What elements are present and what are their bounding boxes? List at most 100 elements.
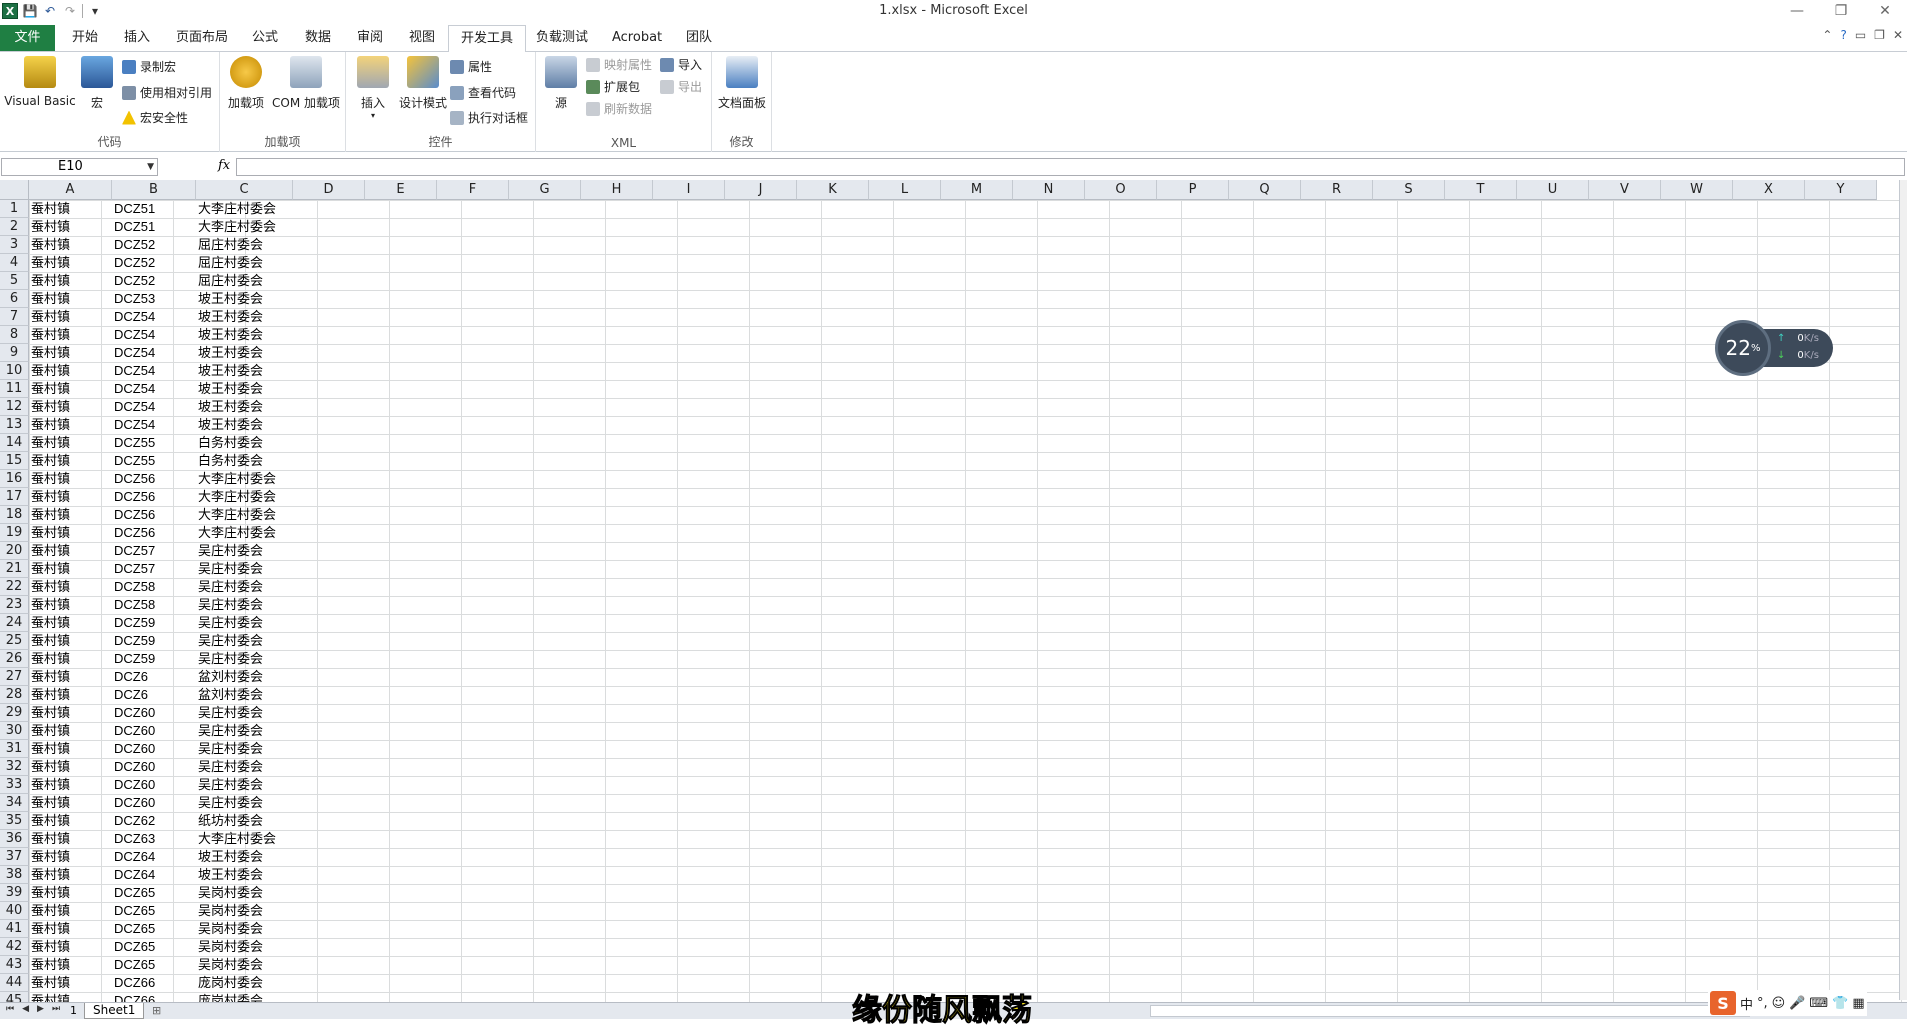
column-header-m[interactable]: M	[941, 180, 1013, 200]
cell-a[interactable]: 蚕村镇	[29, 650, 112, 668]
cell-b[interactable]: DCZ60	[112, 794, 196, 812]
row-header[interactable]: 26	[0, 650, 29, 668]
cell-c[interactable]: 吴庄村委会	[196, 596, 293, 614]
cell-a[interactable]: 蚕村镇	[29, 722, 112, 740]
cell-c[interactable]: 大李庄村委会	[196, 524, 293, 542]
cell-b[interactable]: DCZ60	[112, 758, 196, 776]
cell-a[interactable]: 蚕村镇	[29, 344, 112, 362]
cell-c[interactable]: 庞岗村委会	[196, 992, 293, 1002]
row-header[interactable]: 18	[0, 506, 29, 524]
row-header[interactable]: 10	[0, 362, 29, 380]
cell-a[interactable]: 蚕村镇	[29, 812, 112, 830]
cell-b[interactable]: DCZ51	[112, 218, 196, 236]
cell-c[interactable]: 吴岗村委会	[196, 920, 293, 938]
row-header[interactable]: 43	[0, 956, 29, 974]
column-header-y[interactable]: Y	[1805, 180, 1877, 200]
cell-b[interactable]: DCZ59	[112, 650, 196, 668]
cell-a[interactable]: 蚕村镇	[29, 776, 112, 794]
row-header[interactable]: 44	[0, 974, 29, 992]
cell-c[interactable]: 屈庄村委会	[196, 236, 293, 254]
row-header[interactable]: 13	[0, 416, 29, 434]
cell-b[interactable]: DCZ52	[112, 272, 196, 290]
column-header-f[interactable]: F	[437, 180, 509, 200]
cell-c[interactable]: 坡王村委会	[196, 848, 293, 866]
cell-b[interactable]: DCZ65	[112, 956, 196, 974]
column-header-s[interactable]: S	[1373, 180, 1445, 200]
cell-b[interactable]: DCZ64	[112, 848, 196, 866]
formula-input[interactable]	[236, 158, 1905, 176]
cell-c[interactable]: 坡王村委会	[196, 398, 293, 416]
row-header[interactable]: 1	[0, 200, 29, 218]
record-macro-button[interactable]: 录制宏	[122, 58, 176, 75]
cell-c[interactable]: 大李庄村委会	[196, 506, 293, 524]
emoji-icon[interactable]: ☺	[1772, 996, 1786, 1011]
cell-a[interactable]: 蚕村镇	[29, 560, 112, 578]
cell-a[interactable]: 蚕村镇	[29, 506, 112, 524]
cell-a[interactable]: 蚕村镇	[29, 884, 112, 902]
cell-c[interactable]: 大李庄村委会	[196, 470, 293, 488]
name-box[interactable]: E10 ▼	[1, 158, 158, 176]
cell-c[interactable]: 吴庄村委会	[196, 740, 293, 758]
row-header[interactable]: 8	[0, 326, 29, 344]
cell-b[interactable]: DCZ60	[112, 704, 196, 722]
column-header-j[interactable]: J	[725, 180, 797, 200]
cell-b[interactable]: DCZ59	[112, 632, 196, 650]
com-addins-button[interactable]: COM 加载项	[270, 56, 342, 111]
map-properties-button[interactable]: 映射属性	[586, 56, 652, 73]
cell-c[interactable]: 大李庄村委会	[196, 830, 293, 848]
row-header[interactable]: 3	[0, 236, 29, 254]
cell-a[interactable]: 蚕村镇	[29, 416, 112, 434]
cell-a[interactable]: 蚕村镇	[29, 740, 112, 758]
row-header[interactable]: 29	[0, 704, 29, 722]
column-header-c[interactable]: C	[196, 180, 293, 200]
minimize-button[interactable]: —	[1775, 0, 1819, 22]
cell-a[interactable]: 蚕村镇	[29, 272, 112, 290]
cell-a[interactable]: 蚕村镇	[29, 830, 112, 848]
cell-a[interactable]: 蚕村镇	[29, 362, 112, 380]
cell-c[interactable]: 坡王村委会	[196, 326, 293, 344]
cell-a[interactable]: 蚕村镇	[29, 542, 112, 560]
tab-home[interactable]: 开始	[60, 25, 110, 51]
cell-b[interactable]: DCZ6	[112, 668, 196, 686]
column-header-o[interactable]: O	[1085, 180, 1157, 200]
cell-b[interactable]: DCZ54	[112, 416, 196, 434]
cell-b[interactable]: DCZ55	[112, 452, 196, 470]
cell-c[interactable]: 大李庄村委会	[196, 488, 293, 506]
tab-acrobat[interactable]: Acrobat	[600, 25, 674, 51]
cell-c[interactable]: 坡王村委会	[196, 416, 293, 434]
row-header[interactable]: 30	[0, 722, 29, 740]
cell-a[interactable]: 蚕村镇	[29, 758, 112, 776]
insert-function-icon[interactable]: fx	[218, 158, 230, 173]
cell-c[interactable]: 屈庄村委会	[196, 272, 293, 290]
cell-a[interactable]: 蚕村镇	[29, 596, 112, 614]
cell-a[interactable]: 蚕村镇	[29, 434, 112, 452]
cell-c[interactable]: 吴庄村委会	[196, 722, 293, 740]
row-header[interactable]: 12	[0, 398, 29, 416]
column-header-x[interactable]: X	[1733, 180, 1805, 200]
cell-a[interactable]: 蚕村镇	[29, 380, 112, 398]
cell-c[interactable]: 盆刘村委会	[196, 668, 293, 686]
view-code-button[interactable]: 查看代码	[450, 84, 516, 101]
row-header[interactable]: 2	[0, 218, 29, 236]
cell-a[interactable]: 蚕村镇	[29, 326, 112, 344]
select-all-corner[interactable]	[0, 180, 29, 200]
column-header-r[interactable]: R	[1301, 180, 1373, 200]
cell-b[interactable]: DCZ54	[112, 308, 196, 326]
cell-c[interactable]: 吴岗村委会	[196, 938, 293, 956]
tab-team[interactable]: 团队	[674, 25, 724, 51]
insert-sheet-icon[interactable]: ⊞	[152, 1004, 161, 1017]
column-header-k[interactable]: K	[797, 180, 869, 200]
cell-b[interactable]: DCZ58	[112, 596, 196, 614]
macro-security-button[interactable]: 宏安全性	[122, 109, 188, 126]
cell-c[interactable]: 坡王村委会	[196, 344, 293, 362]
column-header-w[interactable]: W	[1661, 180, 1733, 200]
cell-b[interactable]: DCZ56	[112, 506, 196, 524]
cell-a[interactable]: 蚕村镇	[29, 866, 112, 884]
cell-c[interactable]: 吴庄村委会	[196, 758, 293, 776]
cell-b[interactable]: DCZ65	[112, 920, 196, 938]
cell-b[interactable]: DCZ60	[112, 776, 196, 794]
row-header[interactable]: 31	[0, 740, 29, 758]
chevron-down-icon[interactable]: ▼	[147, 159, 154, 175]
cell-b[interactable]: DCZ54	[112, 398, 196, 416]
cell-a[interactable]: 蚕村镇	[29, 398, 112, 416]
